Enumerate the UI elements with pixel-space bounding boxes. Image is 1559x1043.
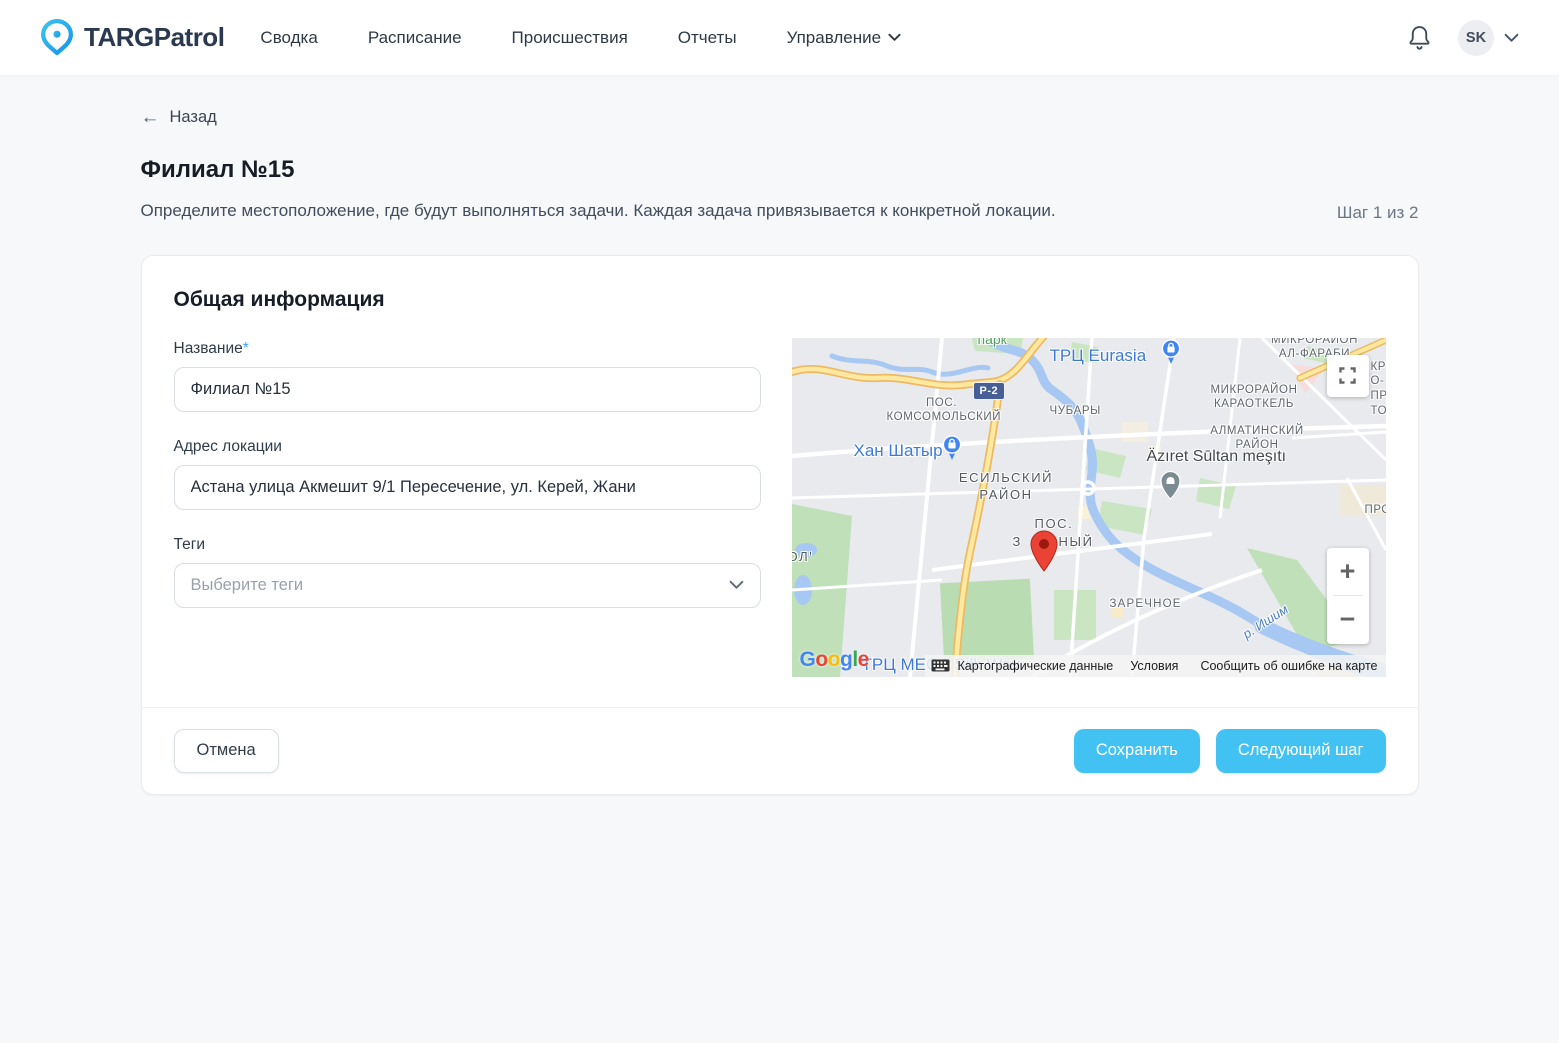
name-input[interactable] xyxy=(174,367,761,412)
chevron-down-icon xyxy=(888,33,901,42)
map-poi-khan-shatyr[interactable]: Хан Шатыр xyxy=(854,441,943,461)
name-field-group: Название* xyxy=(174,340,761,412)
user-menu-chevron-down-icon[interactable] xyxy=(1504,33,1519,43)
back-arrow-icon: ← xyxy=(141,108,160,127)
map-label-lake-clipped: ОЛ' xyxy=(792,548,814,566)
step-indicator: Шаг 1 из 2 xyxy=(1337,203,1419,223)
map-attribution-bar: Картографические данные Условия Сообщить… xyxy=(925,655,1386,677)
map-label-park: парк xyxy=(978,338,1007,347)
shopping-bag-pin-icon[interactable] xyxy=(942,435,962,466)
address-label: Адрес локации xyxy=(174,438,761,456)
map-label-esilsky: ЕСИЛЬСКИЙ РАЙОН xyxy=(944,469,1069,504)
section-title: Общая информация xyxy=(174,288,1386,312)
nav-item-management-label: Управление xyxy=(787,28,882,48)
page-content: ← Назад Филиал №15 Определите местополож… xyxy=(141,76,1419,795)
map-poi-trc-eurasia[interactable]: ТРЦ Eurasia xyxy=(1050,346,1147,366)
main-nav: Сводка Расписание Происшествия Отчеты Уп… xyxy=(260,28,901,48)
brand-pin-icon xyxy=(40,18,74,58)
tags-label: Теги xyxy=(174,536,761,554)
name-label: Название* xyxy=(174,340,761,358)
tags-select[interactable]: Выберите теги xyxy=(174,563,761,608)
address-field-group: Адрес локации xyxy=(174,438,761,510)
mosque-pin-icon[interactable] xyxy=(1160,470,1181,505)
next-step-button[interactable]: Следующий шаг xyxy=(1216,729,1386,773)
map-label-komsomolsky: ПОС. КОМСОМОЛЬСКИЙ xyxy=(887,396,997,426)
tags-placeholder: Выберите теги xyxy=(191,576,304,595)
notifications-bell-icon[interactable] xyxy=(1407,24,1432,51)
page-description: Определите местоположение, где будут вып… xyxy=(141,197,1216,225)
page-title: Филиал №15 xyxy=(141,156,1419,184)
brand-name: TARGPatrol xyxy=(84,22,224,53)
chevron-down-icon xyxy=(729,580,744,590)
google-map[interactable]: парк ТРЦ Eurasia МИКРОРАЙОН АЛ-ФАРАБИ КР… xyxy=(792,338,1386,677)
map-data-attribution: Картографические данные xyxy=(958,659,1114,673)
location-marker-icon[interactable] xyxy=(1030,530,1058,577)
map-terms-link[interactable]: Условия xyxy=(1130,659,1178,673)
map-report-error-link[interactable]: Сообщить об ошибке на карте xyxy=(1200,659,1377,673)
map-label-poselok-right: НЫЙ xyxy=(1059,533,1094,551)
map-label-clipped-right: КР О- ПР ТО xyxy=(1371,360,1386,420)
nav-item-schedule[interactable]: Расписание xyxy=(368,28,462,48)
user-avatar[interactable]: SK xyxy=(1458,20,1494,56)
map-poi-mosque[interactable]: Äzıret Sūltan meşıtı xyxy=(1147,448,1287,466)
nav-item-management[interactable]: Управление xyxy=(787,28,902,48)
back-link[interactable]: ← Назад xyxy=(141,108,217,127)
map-label-karaotkel: МИКРОРАЙОН КАРАОТКЕЛЬ xyxy=(1197,383,1312,413)
required-asterisk: * xyxy=(243,340,249,357)
keyboard-icon[interactable] xyxy=(931,659,950,672)
zoom-in-button[interactable]: + xyxy=(1327,548,1369,596)
map-road-badge-p2: Р-2 xyxy=(973,382,1006,400)
address-input[interactable] xyxy=(174,465,761,510)
general-info-card: Общая информация Название* Адрес локации… xyxy=(141,255,1419,795)
nav-item-reports[interactable]: Отчеты xyxy=(678,28,737,48)
nav-item-summary[interactable]: Сводка xyxy=(260,28,317,48)
save-button[interactable]: Сохранить xyxy=(1074,729,1200,773)
shopping-bag-pin-icon[interactable] xyxy=(1161,339,1181,370)
nav-item-incidents[interactable]: Происшествия xyxy=(512,28,628,48)
top-navbar: TARGPatrol Сводка Расписание Происшестви… xyxy=(0,0,1559,76)
google-logo[interactable]: Google xyxy=(800,648,869,672)
tags-field-group: Теги Выберите теги xyxy=(174,536,761,608)
cancel-button[interactable]: Отмена xyxy=(174,729,279,773)
map-label-zarechnoe: ЗАРЕЧНОЕ xyxy=(1110,597,1182,612)
map-zoom-control: + − xyxy=(1327,548,1369,644)
back-label: Назад xyxy=(170,108,217,127)
map-label-poselok-left: З xyxy=(1013,533,1022,551)
map-fullscreen-button[interactable] xyxy=(1327,355,1369,397)
brand-logo[interactable]: TARGPatrol xyxy=(40,18,224,58)
map-label-pro-clipped: ПРО xyxy=(1365,503,1386,518)
map-label-chubary: ЧУБАРЫ xyxy=(1050,404,1101,419)
zoom-out-button[interactable]: − xyxy=(1327,596,1369,644)
card-footer: Отмена Сохранить Следующий шаг xyxy=(142,707,1418,794)
